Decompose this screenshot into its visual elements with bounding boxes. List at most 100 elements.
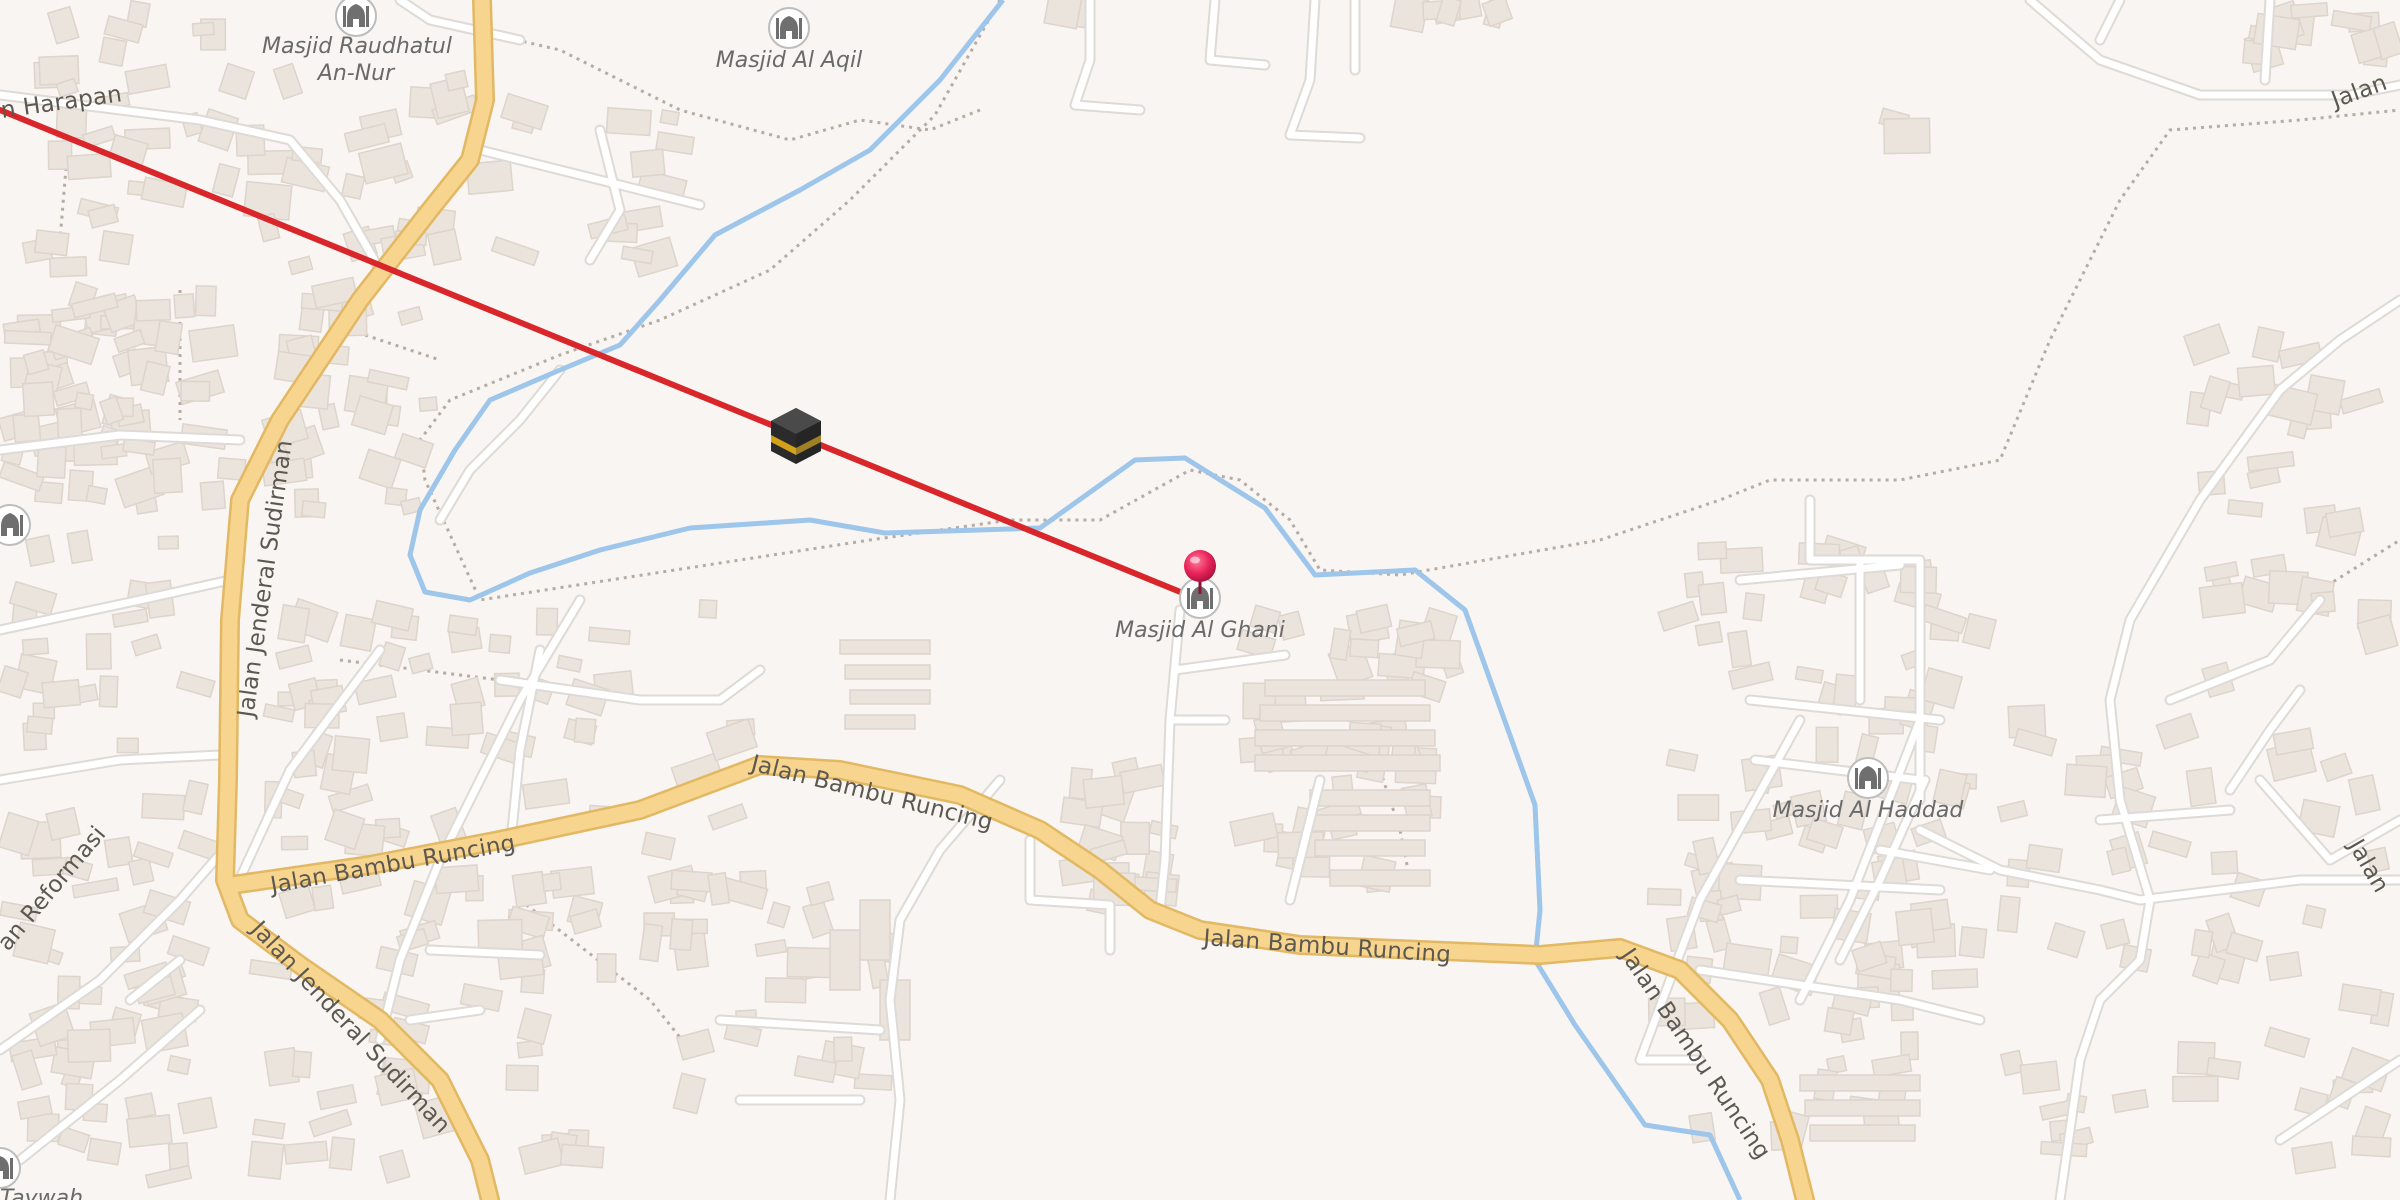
building bbox=[488, 633, 512, 655]
building bbox=[86, 1137, 123, 1166]
mosque-icon[interactable] bbox=[768, 7, 810, 49]
building bbox=[447, 614, 479, 637]
building bbox=[1314, 839, 1426, 857]
building bbox=[1329, 869, 1431, 887]
mosque-icon[interactable] bbox=[0, 504, 31, 546]
building bbox=[277, 603, 311, 644]
building bbox=[1082, 774, 1126, 809]
building bbox=[1961, 612, 1998, 650]
building bbox=[66, 529, 94, 565]
building bbox=[1309, 814, 1431, 832]
building bbox=[2172, 1075, 2219, 1103]
building bbox=[839, 639, 931, 655]
minor-road bbox=[2261, 0, 2274, 84]
building bbox=[418, 396, 439, 413]
building bbox=[154, 319, 184, 356]
poi-label-raudhatul-line1: Masjid Raudhatul bbox=[262, 34, 452, 59]
poi-label-al-ghani: Masjid Al Ghani bbox=[1115, 618, 1285, 643]
building bbox=[141, 792, 186, 821]
building bbox=[535, 607, 559, 636]
building bbox=[2185, 766, 2217, 808]
building bbox=[1309, 789, 1431, 807]
building bbox=[21, 381, 56, 418]
building bbox=[1996, 895, 2021, 934]
building bbox=[66, 152, 112, 181]
building bbox=[1895, 907, 1936, 947]
building bbox=[194, 285, 217, 317]
building bbox=[376, 712, 409, 743]
building bbox=[1742, 591, 1766, 622]
building bbox=[2338, 983, 2383, 1017]
building bbox=[1349, 638, 1380, 659]
building bbox=[328, 1136, 356, 1171]
building bbox=[173, 293, 196, 319]
building bbox=[116, 737, 140, 754]
building bbox=[2025, 843, 2064, 874]
building bbox=[85, 632, 112, 670]
building bbox=[2210, 850, 2239, 876]
building bbox=[2198, 581, 2247, 619]
building bbox=[1697, 581, 1728, 616]
building bbox=[98, 229, 134, 266]
building bbox=[449, 701, 484, 737]
building bbox=[764, 977, 807, 1004]
building bbox=[1931, 968, 1979, 990]
building bbox=[2324, 506, 2365, 539]
building bbox=[48, 256, 88, 278]
building bbox=[669, 917, 694, 952]
building bbox=[36, 444, 67, 479]
building bbox=[24, 534, 56, 568]
building bbox=[629, 148, 666, 179]
building bbox=[1799, 1074, 1921, 1092]
building bbox=[1799, 894, 1839, 919]
building bbox=[2099, 918, 2131, 950]
building bbox=[73, 391, 95, 411]
mosque-icon[interactable] bbox=[335, 0, 377, 37]
building bbox=[587, 626, 631, 646]
mosque-icon[interactable] bbox=[1847, 757, 1889, 799]
building bbox=[844, 714, 916, 730]
building bbox=[2289, 1, 2329, 19]
building bbox=[12, 412, 42, 444]
building bbox=[98, 36, 128, 68]
building bbox=[541, 871, 563, 893]
building bbox=[2301, 904, 2327, 929]
building bbox=[670, 869, 713, 893]
building bbox=[21, 637, 50, 656]
building bbox=[1043, 0, 1083, 30]
building bbox=[1804, 1099, 1921, 1117]
building bbox=[180, 380, 211, 402]
building bbox=[283, 1140, 329, 1165]
building bbox=[1779, 935, 1799, 955]
building bbox=[188, 324, 239, 363]
building bbox=[511, 870, 548, 908]
poi-label-taywah: Taywah bbox=[0, 1186, 83, 1200]
building bbox=[41, 678, 82, 709]
building bbox=[596, 953, 617, 983]
building bbox=[833, 1036, 853, 1063]
building bbox=[247, 1140, 285, 1180]
poi-label-al-haddad: Masjid Al Haddad bbox=[1773, 798, 1965, 823]
map-canvas[interactable]: Jalan Jenderal Sudirman Jalan Jenderal S… bbox=[0, 0, 2400, 1200]
building bbox=[1697, 541, 1728, 561]
building bbox=[1726, 629, 1753, 669]
building bbox=[1264, 679, 1426, 697]
building bbox=[786, 946, 835, 979]
building bbox=[280, 835, 309, 851]
building bbox=[1694, 621, 1724, 647]
building bbox=[1254, 754, 1441, 772]
building bbox=[66, 1028, 112, 1063]
building bbox=[135, 298, 172, 322]
building bbox=[1259, 704, 1431, 722]
building bbox=[1823, 1006, 1855, 1037]
building bbox=[2351, 1135, 2392, 1158]
building bbox=[151, 457, 184, 495]
building bbox=[2265, 951, 2303, 982]
building bbox=[340, 172, 366, 200]
building bbox=[2205, 1056, 2242, 1081]
building bbox=[659, 108, 681, 127]
building bbox=[1883, 117, 1931, 155]
building bbox=[126, 1113, 173, 1149]
building bbox=[1646, 887, 1682, 906]
building bbox=[33, 229, 70, 257]
